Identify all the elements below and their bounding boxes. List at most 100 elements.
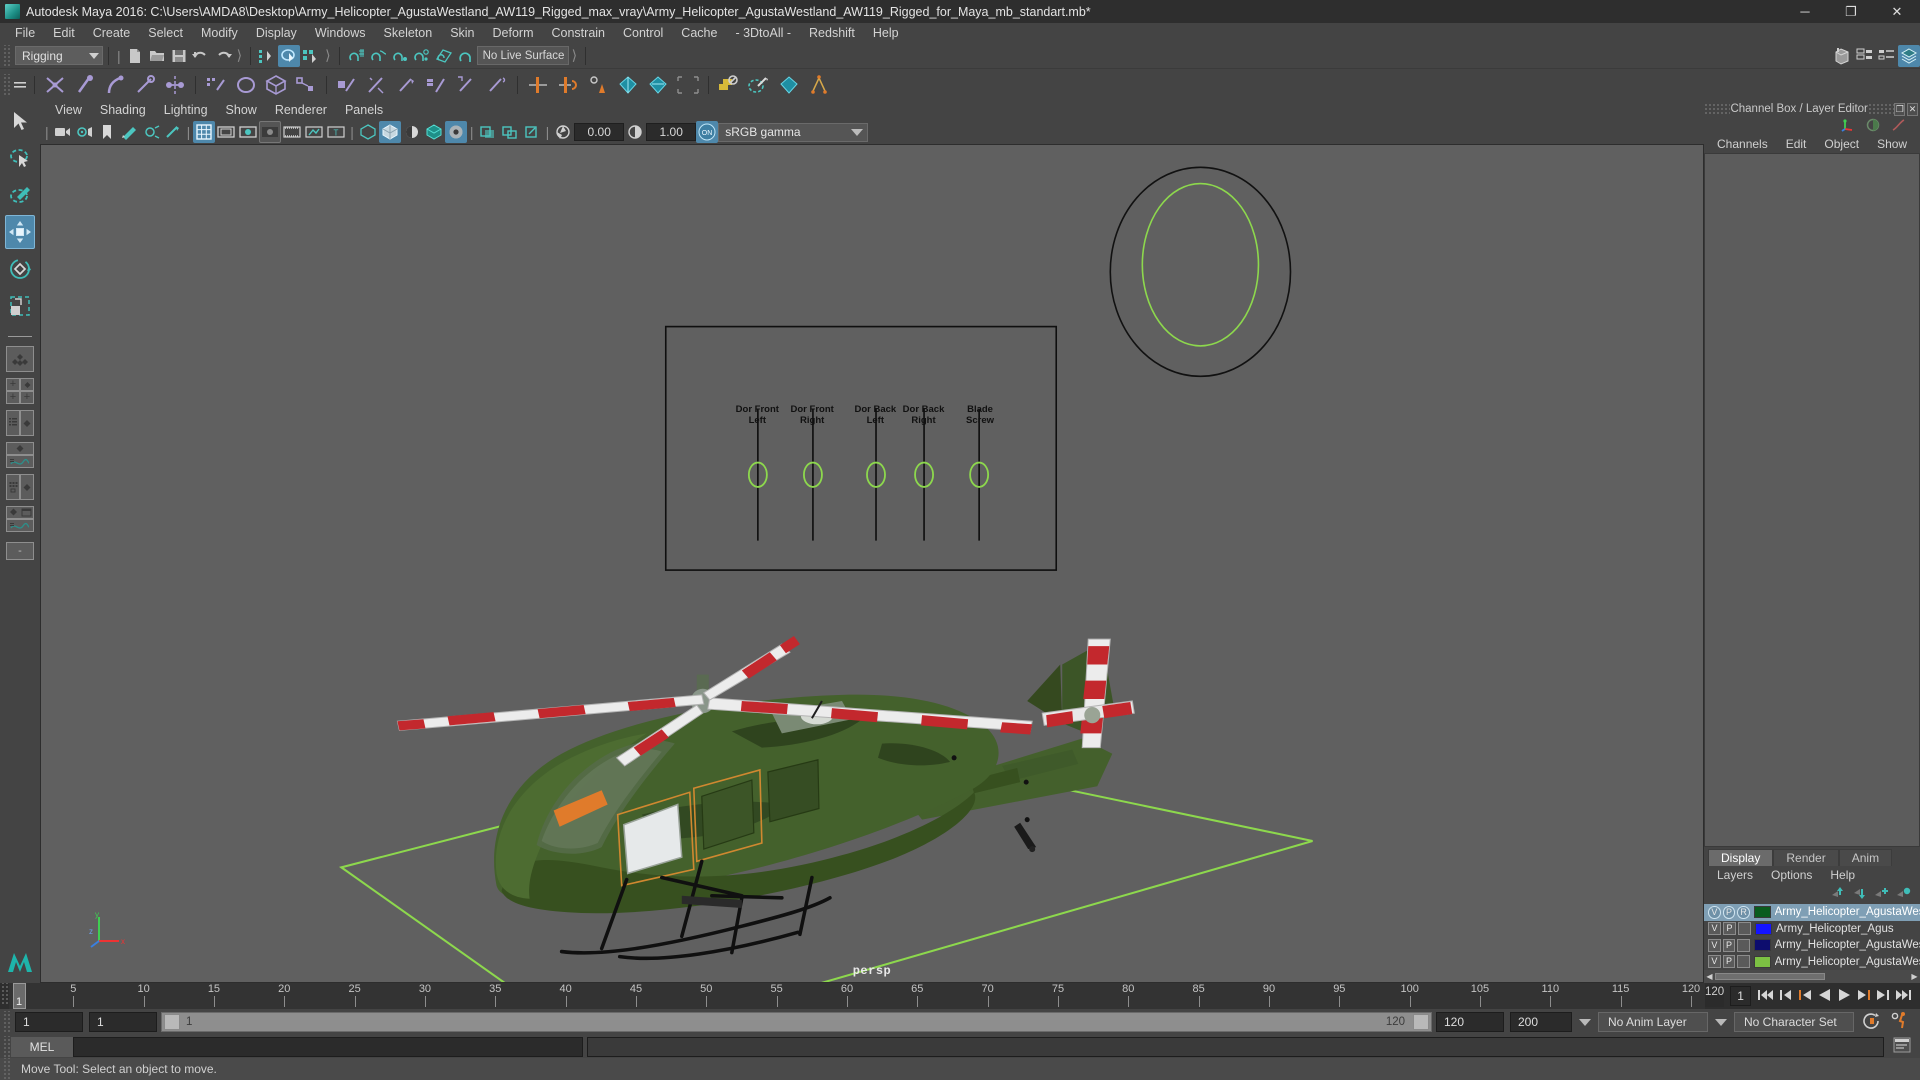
- shelf-grip[interactable]: [2, 73, 11, 96]
- animation-preferences-icon[interactable]: [1890, 1011, 1910, 1033]
- bind-skin-icon[interactable]: [332, 71, 362, 99]
- scale-constraint-icon[interactable]: [613, 71, 643, 99]
- object-menu[interactable]: Object: [1815, 137, 1868, 151]
- select-camera-icon[interactable]: [52, 121, 74, 143]
- isolate-select-icon[interactable]: [477, 121, 499, 143]
- group-collapse-2[interactable]: ⟩: [322, 47, 333, 64]
- cluster-icon[interactable]: [291, 71, 321, 99]
- menu-windows[interactable]: Windows: [306, 23, 375, 43]
- maximize-button[interactable]: ❐: [1828, 0, 1874, 23]
- close-panel-button[interactable]: ✕: [1907, 102, 1918, 116]
- scale-tool-button[interactable]: [5, 289, 35, 323]
- quick-rig-icon[interactable]: [774, 71, 804, 99]
- range-grip[interactable]: [2, 1011, 11, 1033]
- ik-spline-handle-icon[interactable]: [100, 71, 130, 99]
- layers-menu[interactable]: Layers: [1708, 868, 1762, 882]
- make-live-icon[interactable]: [455, 45, 477, 67]
- image-plane-icon[interactable]: [118, 121, 140, 143]
- layer-visibility-toggle[interactable]: V: [1708, 922, 1721, 936]
- gate-mask-icon[interactable]: [259, 121, 282, 143]
- layer-color-swatch[interactable]: [1754, 939, 1771, 952]
- outliner-persp-layout-button[interactable]: [5, 409, 35, 437]
- menu-deform[interactable]: Deform: [484, 23, 543, 43]
- panel-zoom-icon[interactable]: [499, 121, 521, 143]
- playback-end-time-field[interactable]: 120: [1436, 1012, 1504, 1032]
- move-layer-down-icon[interactable]: [1852, 886, 1868, 903]
- single-perspective-layout-button[interactable]: [5, 345, 35, 373]
- play-backwards-icon[interactable]: [1817, 988, 1832, 1005]
- animation-start-time-field[interactable]: 1: [15, 1012, 83, 1032]
- playback-start-time-field[interactable]: 1: [89, 1012, 157, 1032]
- layer-display-type-toggle[interactable]: [1737, 938, 1751, 952]
- step-back-keyframe-icon[interactable]: [1779, 988, 1793, 1005]
- save-scene-icon[interactable]: [168, 45, 190, 67]
- create-joint-icon[interactable]: [40, 71, 70, 99]
- layer-list-horizontal-scrollbar[interactable]: ◀ ▶: [1704, 970, 1920, 983]
- shadows-toggle-icon[interactable]: [444, 121, 467, 143]
- rotate-tool-button[interactable]: [5, 252, 35, 286]
- tab-anim[interactable]: Anim: [1838, 849, 1893, 866]
- group-collapse-1[interactable]: ⟩: [234, 47, 245, 64]
- menu-constrain[interactable]: Constrain: [543, 23, 615, 43]
- group-collapse-3[interactable]: ⟩: [569, 47, 580, 64]
- vp-menu-shading[interactable]: Shading: [91, 100, 155, 120]
- anim-layer-select[interactable]: No Anim Layer: [1598, 1012, 1708, 1032]
- layer-color-swatch[interactable]: [1754, 955, 1771, 968]
- menu-display[interactable]: Display: [247, 23, 306, 43]
- panel-grip[interactable]: [1704, 103, 1731, 115]
- time-cursor[interactable]: 1: [13, 983, 26, 1009]
- lights-icon[interactable]: [423, 121, 445, 143]
- manipulator-axis-icon[interactable]: [1841, 118, 1856, 135]
- menu-skeleton[interactable]: Skeleton: [375, 23, 442, 43]
- minimize-button[interactable]: ─: [1782, 0, 1828, 23]
- vp-menu-show[interactable]: Show: [217, 100, 266, 120]
- close-button[interactable]: ✕: [1874, 0, 1920, 23]
- vp-menu-view[interactable]: View: [46, 100, 91, 120]
- move-layer-up-icon[interactable]: [1830, 886, 1846, 903]
- play-forwards-icon[interactable]: [1837, 988, 1852, 1005]
- channels-menu[interactable]: Channels: [1708, 137, 1777, 151]
- layer-color-swatch[interactable]: [1754, 906, 1771, 919]
- shelf-tab-toggle-icon[interactable]: [11, 74, 29, 96]
- menu-file[interactable]: File: [6, 23, 44, 43]
- skeleton-builder-icon[interactable]: [804, 71, 834, 99]
- menu-set-selector[interactable]: Rigging: [15, 46, 103, 65]
- select-tool-button[interactable]: [5, 104, 35, 138]
- perspective-viewport[interactable]: Dor Front Left Dor Front Right Dor Back …: [40, 144, 1704, 983]
- four-view-layout-button[interactable]: + + +: [5, 377, 35, 405]
- snap-to-projected-center-icon[interactable]: [411, 45, 433, 67]
- channel-box-content[interactable]: [1704, 153, 1920, 847]
- paint-skin-weights-icon[interactable]: [392, 71, 422, 99]
- command-grip[interactable]: [2, 1035, 11, 1058]
- menu-cache[interactable]: Cache: [672, 23, 726, 43]
- character-set-icon[interactable]: [744, 71, 774, 99]
- layer-visibility-toggle[interactable]: V: [1708, 938, 1721, 952]
- layer-playback-toggle[interactable]: P: [1723, 922, 1736, 936]
- select-by-hierarchy-icon[interactable]: [256, 45, 278, 67]
- mirror-joint-icon[interactable]: [160, 71, 190, 99]
- step-forward-keyframe-icon[interactable]: [1876, 988, 1890, 1005]
- orient-constraint-icon[interactable]: [583, 71, 613, 99]
- menu-redshift[interactable]: Redshift: [800, 23, 864, 43]
- go-to-start-icon[interactable]: [1757, 988, 1774, 1005]
- live-surface-field[interactable]: No Live Surface: [476, 46, 569, 65]
- color-management-toggle-icon[interactable]: ON: [696, 121, 719, 143]
- options-menu[interactable]: Options: [1762, 868, 1821, 882]
- persp-graph-outliner-layout-button[interactable]: [5, 505, 35, 533]
- menu-skin[interactable]: Skin: [441, 23, 483, 43]
- exposure-icon[interactable]: [552, 121, 574, 143]
- gamma-icon[interactable]: [624, 121, 646, 143]
- render-settings-icon[interactable]: [1876, 45, 1898, 67]
- range-end-handle[interactable]: [1413, 1014, 1429, 1030]
- timeline-grip[interactable]: [0, 983, 9, 1005]
- extra-layout-button[interactable]: -: [5, 537, 35, 565]
- two-sided-lighting-icon[interactable]: [140, 121, 162, 143]
- script-editor-icon[interactable]: [1893, 1037, 1911, 1056]
- show-menu[interactable]: Show: [1868, 137, 1916, 151]
- film-gate-icon[interactable]: [215, 121, 237, 143]
- character-set-select[interactable]: No Character Set: [1734, 1012, 1854, 1032]
- texture-icon[interactable]: T: [325, 121, 347, 143]
- exposure-field[interactable]: 0.00: [574, 123, 625, 141]
- insert-joint-icon[interactable]: [130, 71, 160, 99]
- smooth-skin-icon[interactable]: [482, 71, 512, 99]
